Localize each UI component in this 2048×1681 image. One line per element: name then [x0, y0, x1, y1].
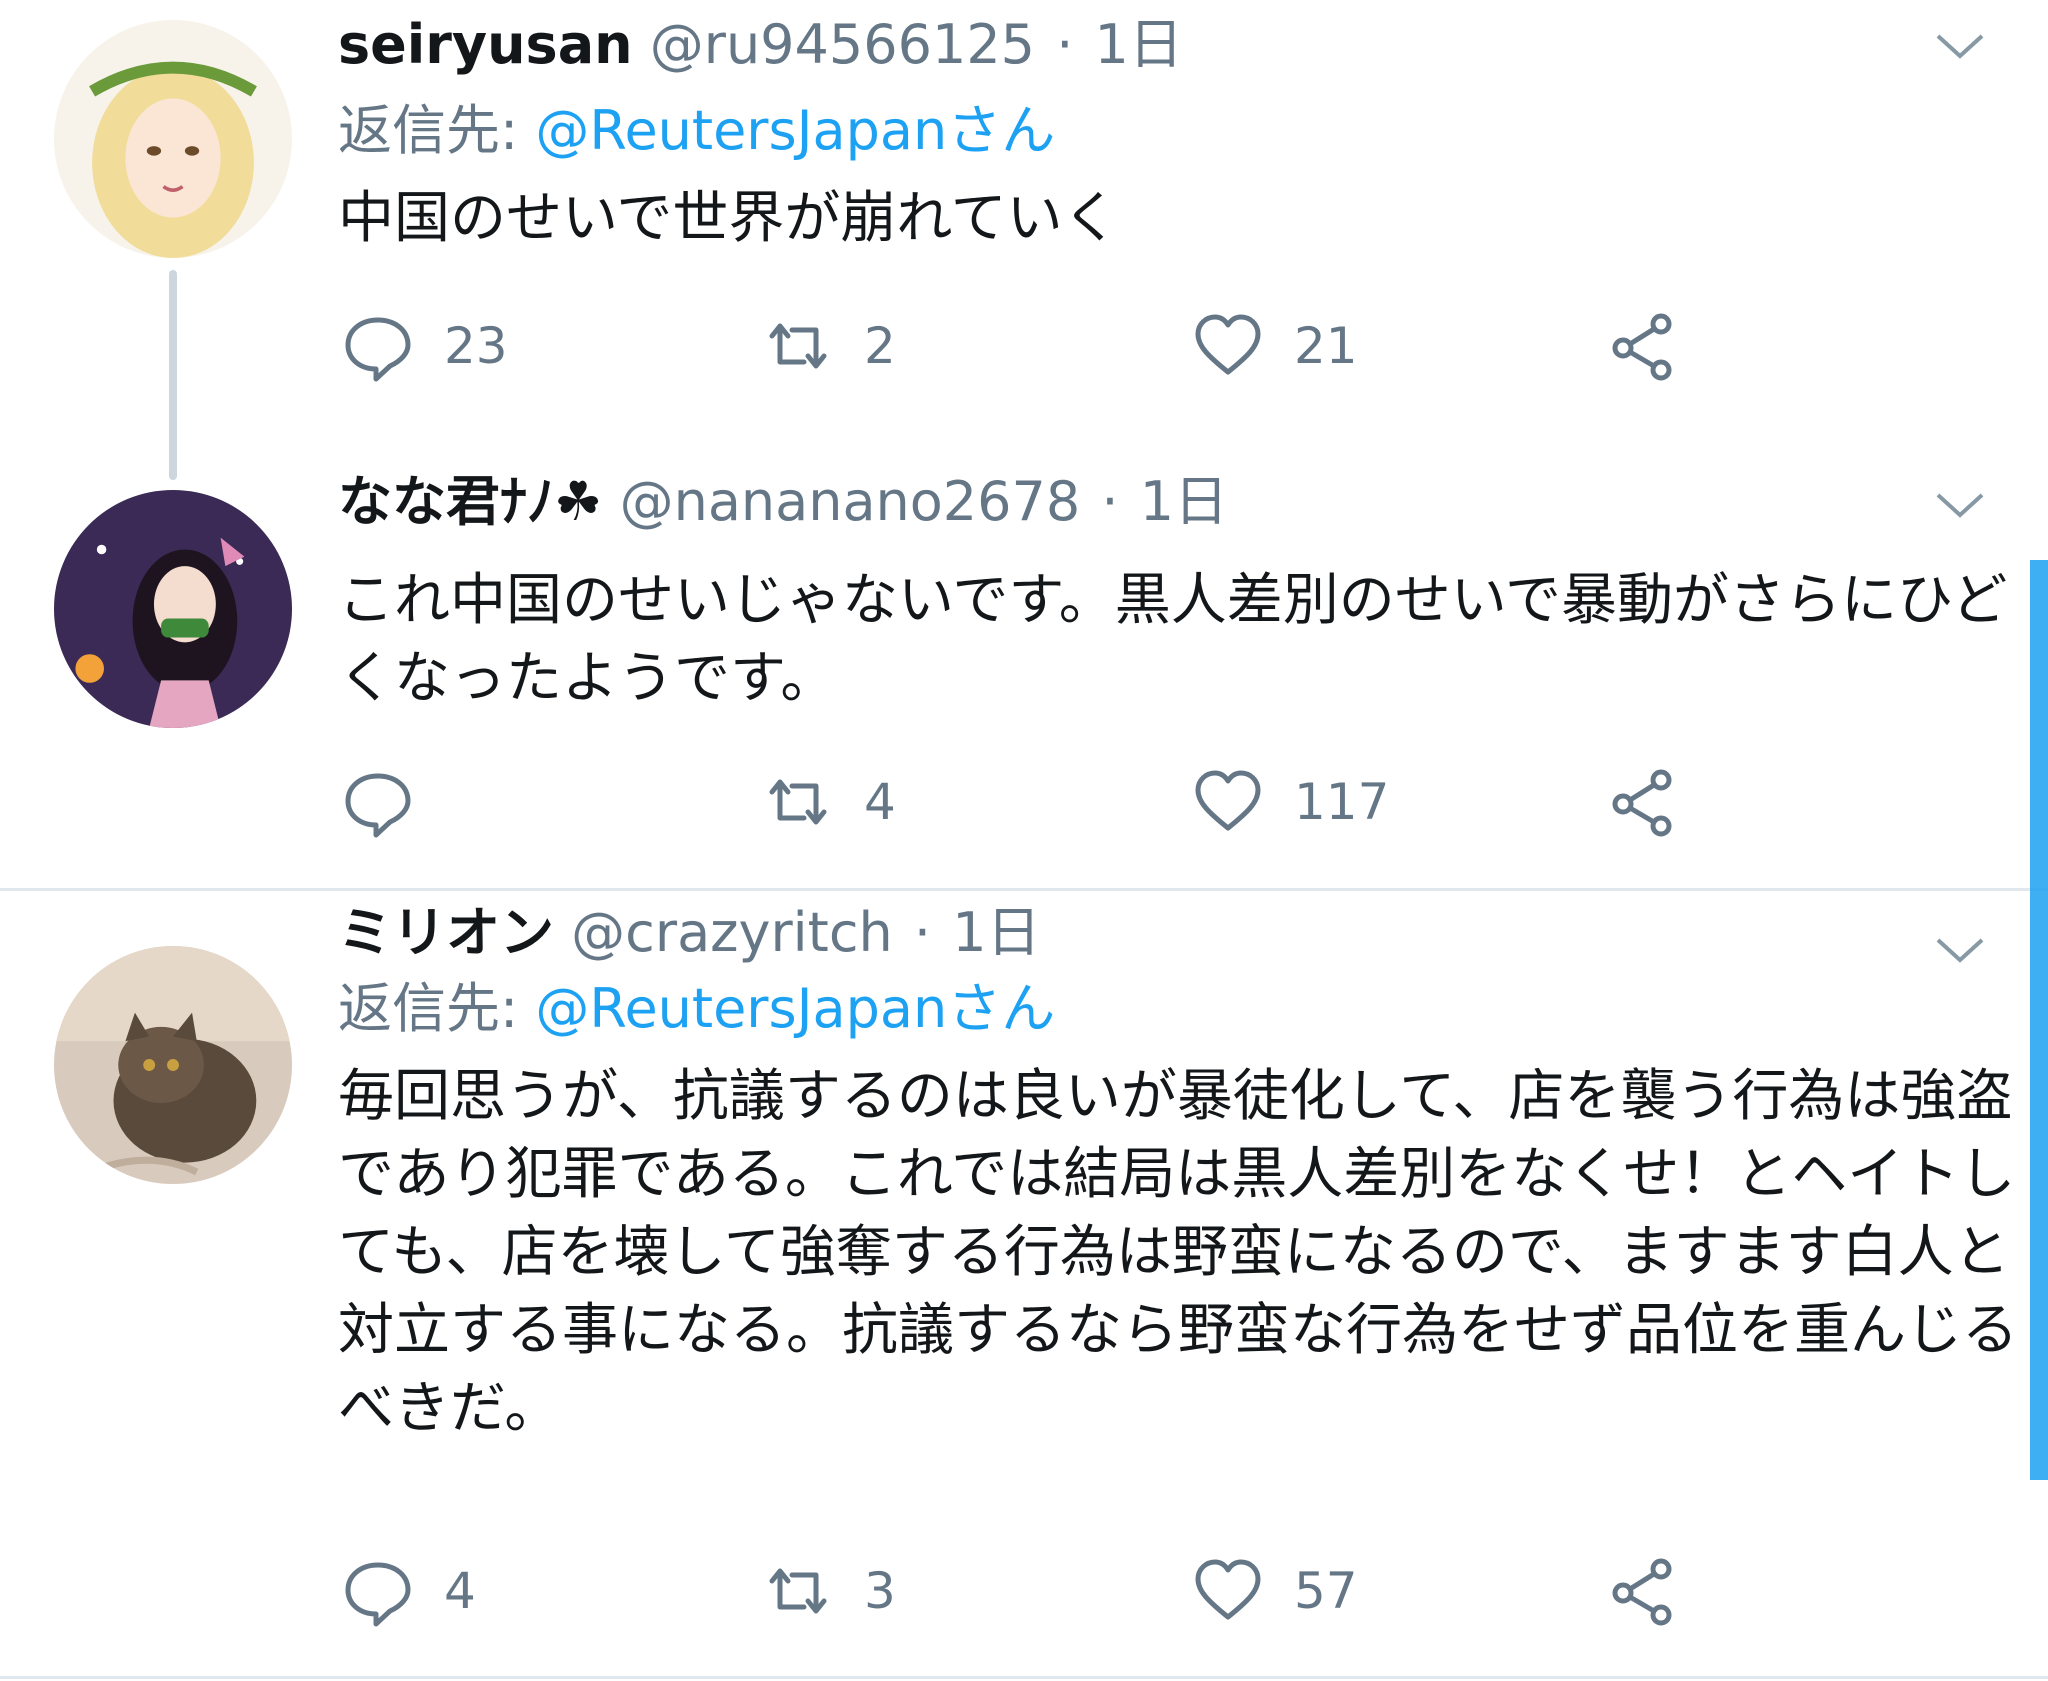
- share-button[interactable]: [1603, 306, 1683, 386]
- reply-button[interactable]: [338, 762, 444, 842]
- chevron-down-icon[interactable]: [1932, 930, 1988, 970]
- like-count: 21: [1294, 317, 1358, 375]
- user-name[interactable]: なな君ﾅﾉ☘: [338, 470, 602, 533]
- share-nodes-icon: [1603, 306, 1683, 386]
- timestamp[interactable]: 1日: [1140, 470, 1228, 533]
- tweet-header: seiryusan @ru94566125 · 1日: [338, 10, 1183, 80]
- tweet-text: これ中国のせいじゃないです。黒人差別のせいで暴動がさらにひどくなったようです。: [338, 568, 2008, 711]
- speech-bubble-icon: [338, 1551, 418, 1631]
- share-button[interactable]: [1603, 762, 1683, 842]
- reply-to-line: 返信先: @ReutersJapanさん: [338, 96, 1055, 166]
- tweet[interactable]: なな君ﾅﾉ☘ @nananano2678 · 1日 これ中国のせいじゃないです。…: [0, 470, 2048, 890]
- reply-to-label: 返信先:: [338, 977, 536, 1040]
- reply-count: 23: [444, 317, 508, 375]
- action-bar: 4 117: [338, 762, 1738, 842]
- user-name[interactable]: ミリオン: [338, 901, 554, 964]
- speech-bubble-icon: [338, 306, 418, 386]
- user-handle[interactable]: @ru94566125: [650, 13, 1035, 76]
- retweet-arrows-icon: [758, 1551, 838, 1631]
- timestamp[interactable]: 1日: [952, 901, 1040, 964]
- separator: ·: [1056, 13, 1074, 76]
- tweet-text: 毎回思うが、抗議するのは良いが暴徒化して、店を襲う行為は強盗であり犯罪である。こ…: [338, 1064, 2018, 1441]
- heart-icon: [1188, 762, 1268, 842]
- heart-icon: [1188, 306, 1268, 386]
- timestamp[interactable]: 1日: [1095, 13, 1183, 76]
- like-button[interactable]: 117: [1188, 762, 1389, 842]
- reply-mention-link[interactable]: @ReutersJapanさん: [535, 977, 1055, 1040]
- tweet-header: ミリオン @crazyritch · 1日: [338, 898, 1041, 968]
- user-handle[interactable]: @crazyritch: [571, 901, 893, 964]
- speech-bubble-icon: [338, 762, 418, 842]
- reply-to-line: 返信先: @ReutersJapanさん: [338, 974, 1055, 1044]
- separator: ·: [913, 901, 932, 964]
- retweet-count: 3: [864, 1562, 896, 1620]
- avatar[interactable]: [54, 20, 292, 258]
- action-bar: 23 2 21: [338, 306, 1738, 386]
- avatar[interactable]: [54, 490, 292, 728]
- chevron-down-icon[interactable]: [1932, 485, 1988, 525]
- like-count: 57: [1294, 1562, 1358, 1620]
- tweet-text: 中国のせいで世界が崩れていく: [338, 186, 1119, 251]
- separator: ·: [1101, 470, 1119, 533]
- retweet-button[interactable]: 4: [758, 762, 896, 842]
- like-count: 117: [1294, 773, 1390, 831]
- like-button[interactable]: 57: [1188, 1551, 1358, 1631]
- like-button[interactable]: 21: [1188, 306, 1358, 386]
- reply-button[interactable]: 4: [338, 1551, 476, 1631]
- reply-button[interactable]: 23: [338, 306, 508, 386]
- reply-to-label: 返信先:: [338, 99, 536, 162]
- tweet-divider: [0, 1676, 2048, 1679]
- user-handle[interactable]: @nananano2678: [620, 470, 1081, 533]
- tweet-header: なな君ﾅﾉ☘ @nananano2678 · 1日: [338, 467, 1228, 537]
- heart-icon: [1188, 1551, 1268, 1631]
- user-name[interactable]: seiryusan: [338, 13, 633, 76]
- chevron-down-icon[interactable]: [1932, 26, 1988, 66]
- retweet-count: 4: [864, 773, 896, 831]
- retweet-button[interactable]: 3: [758, 1551, 896, 1631]
- share-button[interactable]: [1603, 1551, 1683, 1631]
- tweet[interactable]: ミリオン @crazyritch · 1日 返信先: @ReutersJapan…: [0, 890, 2048, 1681]
- retweet-arrows-icon: [758, 306, 838, 386]
- share-nodes-icon: [1603, 762, 1683, 842]
- retweet-button[interactable]: 2: [758, 306, 896, 386]
- tweet[interactable]: seiryusan @ru94566125 · 1日 返信先: @Reuters…: [0, 0, 2048, 480]
- reply-mention-link[interactable]: @ReutersJapanさん: [535, 99, 1055, 162]
- share-nodes-icon: [1603, 1551, 1683, 1631]
- retweet-arrows-icon: [758, 762, 838, 842]
- avatar[interactable]: [54, 946, 292, 1184]
- reply-count: 4: [444, 1562, 476, 1620]
- thread-line: [169, 270, 177, 480]
- retweet-count: 2: [864, 317, 896, 375]
- scrollbar[interactable]: [2030, 560, 2048, 1480]
- action-bar: 4 3 57: [338, 1551, 1738, 1631]
